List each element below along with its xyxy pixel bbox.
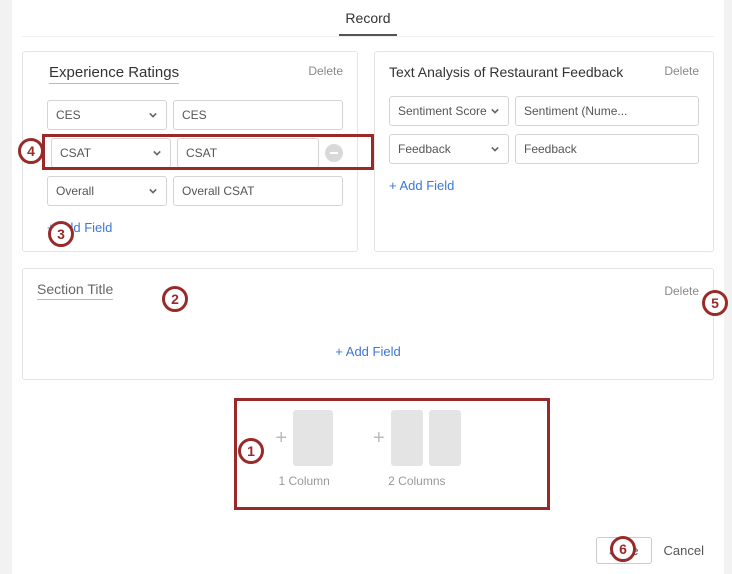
column-option-label: 2 Columns: [388, 474, 445, 488]
drag-handle-icon[interactable]: ≡: [33, 146, 45, 161]
delete-button[interactable]: Delete: [664, 284, 699, 298]
field-select[interactable]: Overall: [47, 176, 167, 206]
field-select[interactable]: Feedback: [389, 134, 509, 164]
card-text-analysis: Text Analysis of Restaurant Feedback Del…: [374, 51, 714, 252]
add-one-column-button[interactable]: + 1 Column: [275, 410, 333, 488]
select-label: Sentiment Score: [398, 104, 487, 118]
delete-button[interactable]: Delete: [664, 64, 699, 78]
chevron-down-icon: [490, 144, 500, 154]
select-label: Feedback: [398, 142, 451, 156]
field-row: Overall Overall CSAT: [33, 176, 343, 206]
add-two-columns-button[interactable]: + 2 Columns: [373, 410, 461, 488]
card-title: Experience Ratings: [49, 64, 179, 84]
footer: Save Cancel: [596, 537, 704, 564]
column-preview-block: [293, 410, 333, 466]
select-label: CSAT: [60, 146, 91, 160]
field-select[interactable]: CSAT: [51, 138, 171, 168]
field-select[interactable]: CES: [47, 100, 167, 130]
tab-bar: Record: [22, 0, 714, 37]
select-label: Overall: [56, 184, 94, 198]
card-title: Text Analysis of Restaurant Feedback: [389, 64, 623, 80]
column-preview-block: [429, 410, 461, 466]
chevron-down-icon: [148, 110, 158, 120]
card-section-title: Section Title Delete + Add Field: [22, 268, 714, 380]
add-field-button[interactable]: + Add Field: [335, 344, 400, 359]
chevron-down-icon: [152, 148, 162, 158]
cancel-button[interactable]: Cancel: [664, 543, 704, 558]
plus-icon: +: [373, 427, 385, 450]
plus-icon: +: [275, 427, 287, 450]
add-column-area: + 1 Column + 2 Columns: [22, 400, 714, 494]
column-preview-block: [391, 410, 423, 466]
select-label: CES: [56, 108, 81, 122]
chevron-down-icon: [148, 186, 158, 196]
field-text[interactable]: Overall CSAT: [173, 176, 343, 206]
field-text[interactable]: Feedback: [515, 134, 699, 164]
add-field-button[interactable]: + Add Field: [47, 220, 112, 235]
chevron-down-icon: [490, 106, 500, 116]
section-title-input[interactable]: Section Title: [37, 281, 113, 300]
field-row: Sentiment Score Sentiment (Nume...: [389, 96, 699, 126]
field-text[interactable]: CSAT: [177, 138, 319, 168]
field-row-highlighted: ≡ CSAT CSAT: [33, 138, 343, 168]
tab-record[interactable]: Record: [339, 6, 396, 36]
field-select[interactable]: Sentiment Score: [389, 96, 509, 126]
field-row: Feedback Feedback: [389, 134, 699, 164]
field-text[interactable]: Sentiment (Nume...: [515, 96, 699, 126]
field-text[interactable]: CES: [173, 100, 343, 130]
save-button[interactable]: Save: [596, 537, 652, 564]
card-experience-ratings: Experience Ratings Delete CES CES ≡ CSAT: [22, 51, 358, 252]
field-row: CES CES: [33, 100, 343, 130]
delete-button[interactable]: Delete: [308, 64, 343, 78]
add-field-button[interactable]: + Add Field: [389, 178, 454, 193]
remove-field-icon[interactable]: [325, 144, 343, 162]
column-option-label: 1 Column: [278, 474, 329, 488]
